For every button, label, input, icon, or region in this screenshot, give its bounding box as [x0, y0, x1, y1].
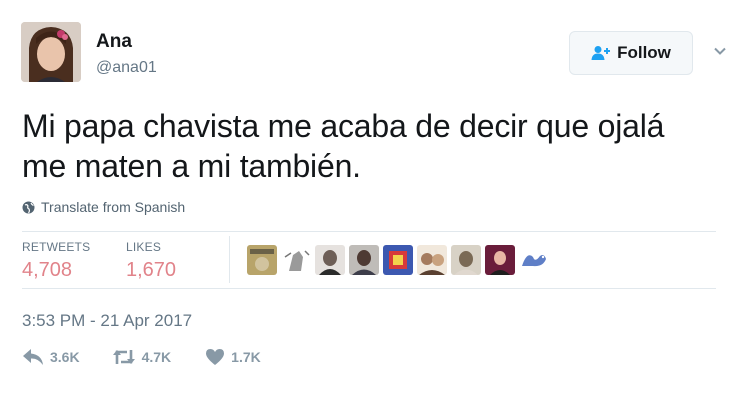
liker-avatar-image — [247, 245, 277, 275]
liker-avatar-image — [485, 245, 515, 275]
liker-avatar[interactable] — [383, 245, 413, 275]
chevron-down-icon[interactable] — [713, 44, 727, 58]
retweet-count: 4.7K — [141, 349, 172, 365]
liker-avatar[interactable] — [349, 245, 379, 275]
liker-avatar[interactable] — [519, 245, 549, 275]
translate-link[interactable]: Translate from Spanish — [22, 199, 185, 215]
liker-avatar-image — [281, 245, 311, 275]
liker-avatar[interactable] — [485, 245, 515, 275]
avatar[interactable] — [21, 22, 81, 82]
like-button[interactable]: 1.7K — [205, 348, 261, 366]
retweet-icon — [112, 348, 136, 366]
user-name[interactable]: Ana — [96, 31, 132, 53]
likes-count[interactable]: 1,670 — [126, 259, 176, 282]
reply-button[interactable]: 3.6K — [22, 348, 80, 366]
reply-count: 3.6K — [50, 349, 80, 365]
follow-label: Follow — [617, 43, 671, 62]
tweet-timestamp[interactable]: 3:53 PM - 21 Apr 2017 — [22, 311, 192, 331]
tweet-text-line: me maten a mi también. — [22, 148, 361, 184]
retweets-label: RETWEETS — [22, 240, 91, 254]
heart-icon — [205, 348, 225, 366]
liker-avatar-image — [315, 245, 345, 275]
tweet-text-line: Mi papa chavista me acaba de decir que o… — [22, 108, 665, 144]
liker-avatar[interactable] — [247, 245, 277, 275]
translate-label: Translate from Spanish — [41, 199, 186, 215]
tweet-text: Mi papa chavista me acaba de decir que o… — [22, 106, 722, 186]
add-user-icon — [591, 45, 611, 61]
liker-avatar-image — [383, 245, 413, 275]
divider — [22, 288, 716, 289]
globe-icon — [22, 201, 35, 214]
retweet-button[interactable]: 4.7K — [112, 348, 172, 366]
liker-avatar-image — [519, 245, 549, 275]
liker-avatar-image — [451, 245, 481, 275]
liker-avatar[interactable] — [417, 245, 447, 275]
reply-icon — [22, 348, 44, 366]
liker-avatar-image — [417, 245, 447, 275]
liker-avatar[interactable] — [451, 245, 481, 275]
tweet-actions: 3.6K 4.7K 1.7K — [22, 348, 261, 366]
liker-avatar-image — [349, 245, 379, 275]
user-handle[interactable]: @ana01 — [96, 59, 157, 77]
divider — [229, 236, 230, 283]
liker-avatar[interactable] — [281, 245, 311, 275]
likers-list — [247, 245, 549, 275]
divider — [22, 231, 716, 232]
retweets-count[interactable]: 4,708 — [22, 259, 72, 282]
likes-label: LIKES — [126, 240, 162, 254]
follow-button[interactable]: Follow — [569, 31, 693, 75]
like-count: 1.7K — [231, 349, 261, 365]
liker-avatar[interactable] — [315, 245, 345, 275]
